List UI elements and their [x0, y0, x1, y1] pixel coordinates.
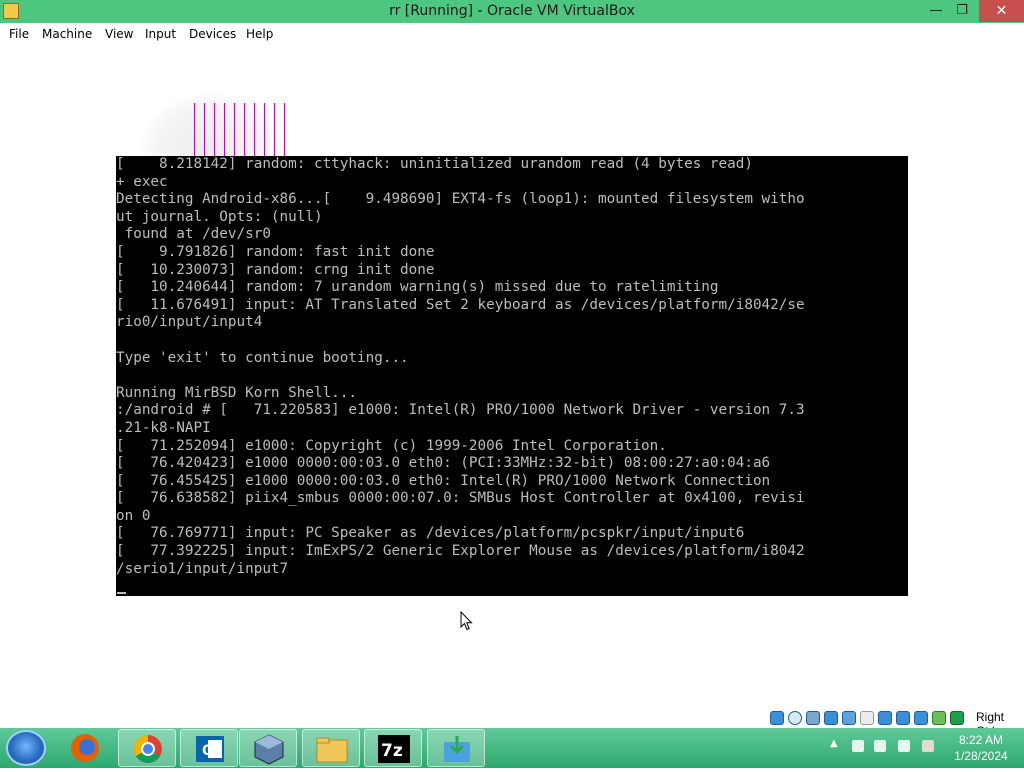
optical-drive-icon[interactable]	[788, 711, 802, 725]
virtualbox-icon	[254, 734, 284, 765]
graphics-artifact	[194, 103, 286, 158]
menu-help[interactable]: Help	[246, 27, 273, 41]
system-clock[interactable]: 8:22 AM 1/28/2024	[946, 732, 1016, 764]
console-line: ut journal. Opts: (null)	[116, 208, 323, 225]
menu-machine[interactable]: Machine	[42, 27, 92, 41]
mouse-integration-icon[interactable]	[950, 711, 964, 725]
console-line: [ 8.218142] random: cttyhack: uninitiali…	[116, 156, 753, 172]
console-line: [ 10.240644] random: 7 urandom warning(s…	[116, 279, 719, 296]
firefox-icon	[71, 734, 99, 762]
display-icon[interactable]	[878, 711, 892, 725]
outlook-icon: O	[196, 736, 224, 762]
mouse-pointer-icon	[460, 611, 473, 631]
hard-disk-icon[interactable]	[770, 711, 784, 725]
svg-text:O: O	[202, 743, 214, 759]
close-button[interactable]: ✕	[979, 0, 1024, 22]
console-line: [ 76.638582] piix4_smbus 0000:00:07.0: S…	[116, 490, 805, 507]
taskbar-chrome[interactable]	[118, 729, 176, 767]
minimize-button[interactable]: —	[924, 0, 948, 22]
console-line: Running MirBSD Korn Shell...	[116, 384, 358, 401]
network-tray-icon[interactable]	[852, 740, 864, 752]
taskbar-virtualbox[interactable]	[239, 729, 297, 767]
text-cursor	[117, 592, 126, 594]
file-explorer-icon	[316, 737, 348, 763]
console-line: + exec	[116, 173, 168, 190]
clock-time: 8:22 AM	[958, 733, 1004, 747]
console-line: /serio1/input/input7	[116, 560, 289, 577]
console-line: [ 9.791826] random: fast init done	[116, 243, 435, 260]
menu-bar: File Machine View Input Devices Help	[0, 23, 1024, 45]
console-line: found at /dev/sr0	[124, 226, 271, 243]
display-tray-icon[interactable]	[898, 740, 910, 752]
taskbar-7zip[interactable]: 7z	[364, 729, 422, 767]
console-line: [ 76.455425] e1000 0000:00:03.0 eth0: In…	[116, 472, 771, 489]
taskbar-outlook[interactable]: O	[180, 729, 238, 767]
menu-input[interactable]: Input	[145, 27, 176, 41]
video-capture-icon[interactable]	[896, 711, 910, 725]
console-line: .21-k8-NAPI	[116, 419, 211, 436]
guest-console[interactable]: [ 8.218142] random: cttyhack: uninitiali…	[116, 156, 908, 596]
network-icon[interactable]	[824, 711, 838, 725]
system-tray: ▲	[820, 732, 950, 762]
menu-view[interactable]: View	[105, 27, 133, 41]
start-button[interactable]	[6, 730, 46, 766]
action-center-flag-icon[interactable]	[874, 740, 886, 752]
console-line: on 0	[116, 507, 151, 524]
taskbar-installer[interactable]	[427, 729, 485, 767]
installer-icon	[444, 736, 470, 762]
shared-folders-icon[interactable]	[860, 711, 874, 725]
console-line: [ 76.769771] input: PC Speaker as /devic…	[116, 525, 745, 542]
console-line: Type 'exit' to continue booting...	[116, 349, 409, 366]
vm-status-bar: Right Ctrl	[766, 708, 1024, 738]
show-hidden-icons-button[interactable]: ▲	[830, 738, 838, 749]
svg-text:7z: 7z	[381, 741, 403, 761]
console-line: [ 77.392225] input: ImExPS/2 Generic Exp…	[116, 543, 805, 560]
cpu-icon[interactable]	[932, 711, 946, 725]
taskbar: O 7z ▲ 8:22 AM 1/28/2024	[0, 728, 1024, 768]
console-line: [ 76.420423] e1000 0000:00:03.0 eth0: (P…	[116, 455, 771, 472]
title-bar: rr [Running] - Oracle VM VirtualBox — ❐ …	[0, 0, 1024, 23]
chrome-icon	[134, 735, 162, 763]
audio-icon[interactable]	[806, 711, 820, 725]
console-line: [ 71.252094] e1000: Copyright (c) 1999-2…	[116, 437, 667, 454]
console-line: rio0/input/input4	[116, 314, 263, 331]
console-line: [ 10.230073] random: crng init done	[116, 261, 435, 278]
window-title: rr [Running] - Oracle VM VirtualBox	[389, 3, 635, 19]
volume-muted-icon[interactable]	[922, 740, 934, 752]
clock-date: 1/28/2024	[954, 749, 1008, 763]
restore-button[interactable]: ❐	[950, 0, 974, 22]
console-line: [ 11.676491] input: AT Translated Set 2 …	[116, 296, 805, 313]
taskbar-firefox[interactable]	[56, 729, 114, 767]
usb-icon[interactable]	[842, 711, 856, 725]
recording-icon[interactable]	[914, 711, 928, 725]
vm-display[interactable]: [ 8.218142] random: cttyhack: uninitiali…	[0, 45, 1024, 706]
7zip-icon: 7z	[378, 735, 410, 763]
console-line: Detecting Android-x86...[ 9.498690] EXT4…	[116, 191, 805, 208]
console-output: [ 8.218142] random: cttyhack: uninitiali…	[116, 156, 805, 578]
taskbar-file-explorer[interactable]	[302, 729, 360, 767]
console-line: :/android # [ 71.220583] e1000: Intel(R)…	[116, 402, 805, 419]
menu-file[interactable]: File	[9, 27, 29, 41]
menu-devices[interactable]: Devices	[189, 27, 236, 41]
